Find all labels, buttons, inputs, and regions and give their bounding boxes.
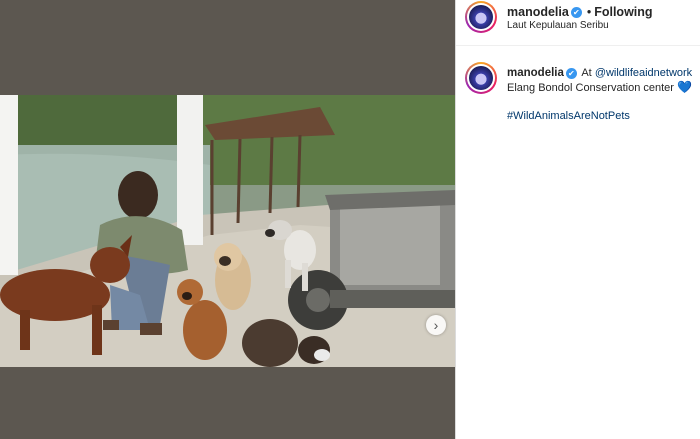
location-link[interactable]: Laut Kepulauan Seribu — [507, 20, 609, 31]
caption-comment: manodelia ✔ At @wildlifeaidnetwork Elang … — [507, 66, 697, 123]
post-header: manodelia ✔ • Following Laut Kepulauan Seri… — [456, 0, 700, 45]
blue-heart-icon: 💙 — [677, 80, 692, 94]
caption-body: Elang Bondol Conservation center — [507, 82, 674, 94]
profile-picture — [469, 5, 493, 29]
profile-picture — [469, 66, 493, 90]
avatar[interactable] — [465, 1, 497, 33]
post-sidebar: manodelia ✔ • Following Laut Kepulauan Seri… — [456, 0, 700, 439]
separator-dot: • — [586, 5, 592, 19]
caption-username-link[interactable]: manodelia — [507, 67, 564, 79]
next-media-button[interactable]: › — [426, 315, 446, 335]
header-user-line: manodelia ✔ • Following — [507, 5, 653, 19]
mention-link[interactable]: @wildlifeaidnetwork — [595, 67, 692, 79]
post-media-pane: › — [0, 0, 455, 439]
header-divider — [456, 45, 700, 46]
following-button[interactable]: Following — [594, 5, 652, 19]
username-link[interactable]: manodelia — [507, 5, 569, 19]
video-frame-scene — [0, 95, 455, 367]
avatar[interactable] — [465, 62, 497, 94]
verified-badge-icon: ✔ — [565, 67, 577, 79]
post-video[interactable]: › — [0, 95, 455, 367]
hashtag-link[interactable]: #WildAnimalsAreNotPets — [507, 109, 697, 123]
chevron-right-icon: › — [433, 317, 439, 333]
caption-at-text: At — [581, 67, 592, 79]
verified-badge-icon: ✔ — [570, 7, 582, 19]
